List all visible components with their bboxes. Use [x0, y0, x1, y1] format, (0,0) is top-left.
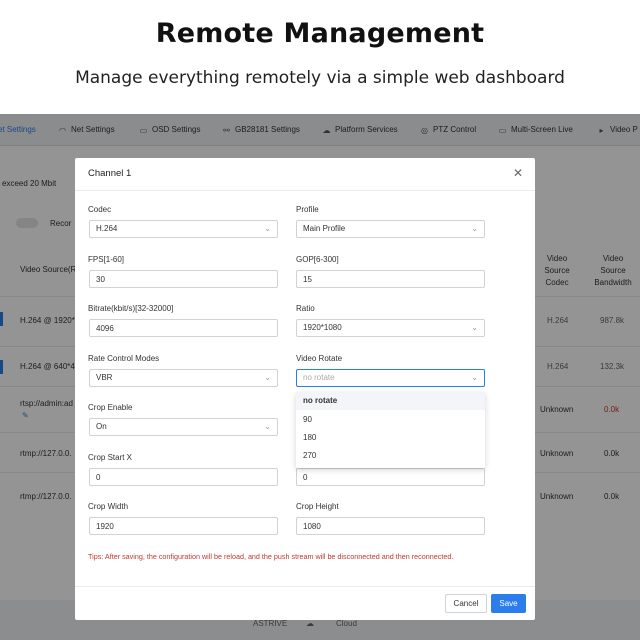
- close-icon[interactable]: ✕: [511, 166, 525, 180]
- chevron-down-icon: ⌄: [264, 224, 271, 233]
- hero-subtitle: Manage everything remotely via a simple …: [75, 68, 565, 88]
- channel-settings-dialog: Channel 1 ✕ Codec H.264 ⌄ Profile Main P…: [75, 158, 535, 620]
- crop-height-input[interactable]: [296, 517, 485, 535]
- ratio-label: Ratio: [296, 304, 315, 313]
- crop-start-x-label: Crop Start X: [88, 453, 133, 462]
- hero-title: Remote Management: [155, 18, 485, 49]
- video-rotate-label: Video Rotate: [296, 354, 343, 363]
- page: Remote Management Manage everything remo…: [0, 0, 640, 640]
- profile-label: Profile: [296, 205, 319, 214]
- dropdown-option-180[interactable]: 180: [296, 429, 485, 447]
- dropdown-option-270[interactable]: 270: [296, 447, 485, 465]
- crop-start-x-input[interactable]: [89, 468, 278, 486]
- crop-enable-select[interactable]: On ⌄: [89, 418, 278, 436]
- codec-label: Codec: [88, 205, 112, 214]
- rate-control-select[interactable]: VBR ⌄: [89, 369, 278, 387]
- crop-width-label: Crop Width: [88, 502, 129, 511]
- chevron-down-icon: ⌄: [471, 373, 478, 382]
- dropdown-option-no-rotate[interactable]: no rotate: [296, 392, 485, 410]
- chevron-down-icon: ⌄: [264, 373, 271, 382]
- video-rotate-dropdown: no rotate 90 180 270: [296, 392, 485, 468]
- profile-select[interactable]: Main Profile ⌄: [296, 220, 485, 238]
- chevron-down-icon: ⌄: [471, 224, 478, 233]
- crop-enable-label: Crop Enable: [88, 403, 133, 412]
- dialog-title: Channel 1: [88, 168, 132, 179]
- save-button[interactable]: Save: [491, 594, 526, 613]
- rate-control-label: Rate Control Modes: [88, 354, 160, 363]
- ratio-select[interactable]: 1920*1080 ⌄: [296, 319, 485, 337]
- fps-input[interactable]: [89, 270, 278, 288]
- bitrate-input[interactable]: [89, 319, 278, 337]
- cancel-button[interactable]: Cancel: [445, 594, 487, 613]
- dropdown-option-90[interactable]: 90: [296, 411, 485, 429]
- crop-start-y-input[interactable]: [296, 468, 485, 486]
- video-rotate-select[interactable]: no rotate ⌄: [296, 369, 485, 387]
- chevron-down-icon: ⌄: [471, 323, 478, 332]
- gop-label: GOP[6-300]: [296, 255, 339, 264]
- crop-height-label: Crop Height: [296, 502, 339, 511]
- chevron-down-icon: ⌄: [264, 422, 271, 431]
- save-tip: Tips: After saving, the configuration wi…: [88, 552, 454, 561]
- fps-label: FPS[1-60]: [88, 255, 125, 264]
- codec-select[interactable]: H.264 ⌄: [89, 220, 278, 238]
- bitrate-label: Bitrate(kbit/s)[32-32000]: [88, 304, 174, 313]
- crop-width-input[interactable]: [89, 517, 278, 535]
- gop-input[interactable]: [296, 270, 485, 288]
